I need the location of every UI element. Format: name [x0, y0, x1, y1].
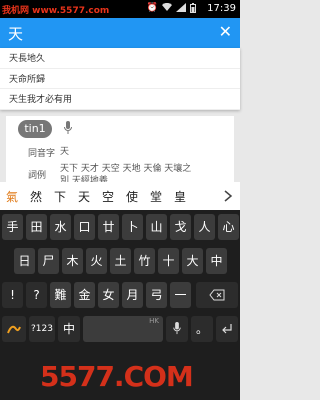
- suggestion-list: 天長地久 天命所歸 天生我才必有用: [0, 48, 240, 110]
- key[interactable]: 卜: [122, 214, 143, 240]
- microphone-key[interactable]: [166, 316, 188, 342]
- words-label: 詞例: [28, 171, 47, 181]
- key[interactable]: 火: [86, 248, 107, 274]
- key[interactable]: 尸: [38, 248, 59, 274]
- key[interactable]: 中: [206, 248, 227, 274]
- pronunciation-badge[interactable]: tin1: [18, 120, 52, 138]
- key[interactable]: 口: [74, 214, 95, 240]
- microphone-icon[interactable]: [64, 121, 72, 135]
- enter-key[interactable]: [216, 316, 238, 342]
- key[interactable]: 田: [26, 214, 47, 240]
- keyboard-row-2: 日 尸 木 火 土 竹 十 大 中: [0, 248, 240, 282]
- candidate-bar: 氣 然 下 天 空 使 堂 皇: [0, 182, 240, 210]
- status-icons: ⏰: [146, 2, 196, 16]
- watermark-logo: 5577.COM: [40, 360, 194, 393]
- keyboard-row-3: ! ? 難 金 女 月 弓 一: [0, 282, 240, 316]
- key[interactable]: 女: [98, 282, 119, 308]
- candidate[interactable]: 下: [48, 188, 72, 205]
- homophone-label: 同音字: [28, 149, 56, 159]
- region-label: HK: [149, 317, 159, 325]
- search-bar: 天 ✕: [0, 18, 240, 48]
- suggestion-item[interactable]: 天長地久: [0, 48, 240, 69]
- key[interactable]: 大: [182, 248, 203, 274]
- key[interactable]: 弓: [146, 282, 167, 308]
- logo-key[interactable]: [2, 316, 26, 342]
- key[interactable]: 月: [122, 282, 143, 308]
- key[interactable]: 心: [218, 214, 239, 240]
- key[interactable]: 山: [146, 214, 167, 240]
- key[interactable]: !: [2, 282, 23, 308]
- key[interactable]: 土: [110, 248, 131, 274]
- status-time: 17:39: [207, 3, 236, 14]
- key[interactable]: 十: [158, 248, 179, 274]
- battery-icon: [190, 3, 196, 16]
- symbols-key[interactable]: ?123: [29, 316, 55, 342]
- signal-icon: [176, 3, 186, 16]
- language-key[interactable]: 中: [58, 316, 80, 342]
- key[interactable]: 金: [74, 282, 95, 308]
- key[interactable]: 日: [14, 248, 35, 274]
- space-key[interactable]: HK: [83, 316, 163, 342]
- homophone-value: 天: [60, 147, 70, 157]
- key[interactable]: 一: [170, 282, 191, 308]
- suggestion-item[interactable]: 天生我才必有用: [0, 89, 240, 110]
- key[interactable]: 竹: [134, 248, 155, 274]
- keyboard-row-4: ?123 中 HK 。: [0, 316, 240, 350]
- expand-arrow-icon[interactable]: [220, 188, 236, 204]
- candidate[interactable]: 堂: [144, 188, 168, 205]
- key[interactable]: 廿: [98, 214, 119, 240]
- close-icon[interactable]: ✕: [219, 22, 232, 41]
- key[interactable]: 木: [62, 248, 83, 274]
- backspace-button[interactable]: [196, 282, 238, 308]
- key[interactable]: 難: [50, 282, 71, 308]
- period-key[interactable]: 。: [191, 316, 213, 342]
- keyboard-row-1: 手 田 水 口 廿 卜 山 戈 人 心: [0, 214, 240, 248]
- candidate[interactable]: 天: [72, 188, 96, 205]
- enter-icon: [222, 324, 232, 334]
- candidate[interactable]: 然: [24, 188, 48, 205]
- candidate[interactable]: 氣: [0, 188, 24, 205]
- key[interactable]: 水: [50, 214, 71, 240]
- keyboard-logo-icon: [7, 325, 21, 334]
- key[interactable]: 手: [2, 214, 23, 240]
- words-line-1: 天下 天才 天空 天地 天倫 天壤之: [60, 164, 192, 174]
- status-bar: 我机网 www.5577.com ⏰ 17:39: [0, 0, 240, 18]
- key[interactable]: 人: [194, 214, 215, 240]
- suggestion-item[interactable]: 天命所歸: [0, 69, 240, 89]
- key[interactable]: ?: [26, 282, 47, 308]
- candidate[interactable]: 使: [120, 188, 144, 205]
- candidate[interactable]: 空: [96, 188, 120, 205]
- watermark-text: 我机网 www.5577.com: [2, 6, 110, 16]
- alarm-icon: ⏰: [146, 3, 158, 13]
- search-input[interactable]: 天: [8, 23, 23, 44]
- backspace-icon: [209, 289, 225, 301]
- wifi-icon: [162, 2, 172, 16]
- microphone-icon: [173, 322, 181, 335]
- candidate[interactable]: 皇: [168, 188, 192, 205]
- key[interactable]: 戈: [170, 214, 191, 240]
